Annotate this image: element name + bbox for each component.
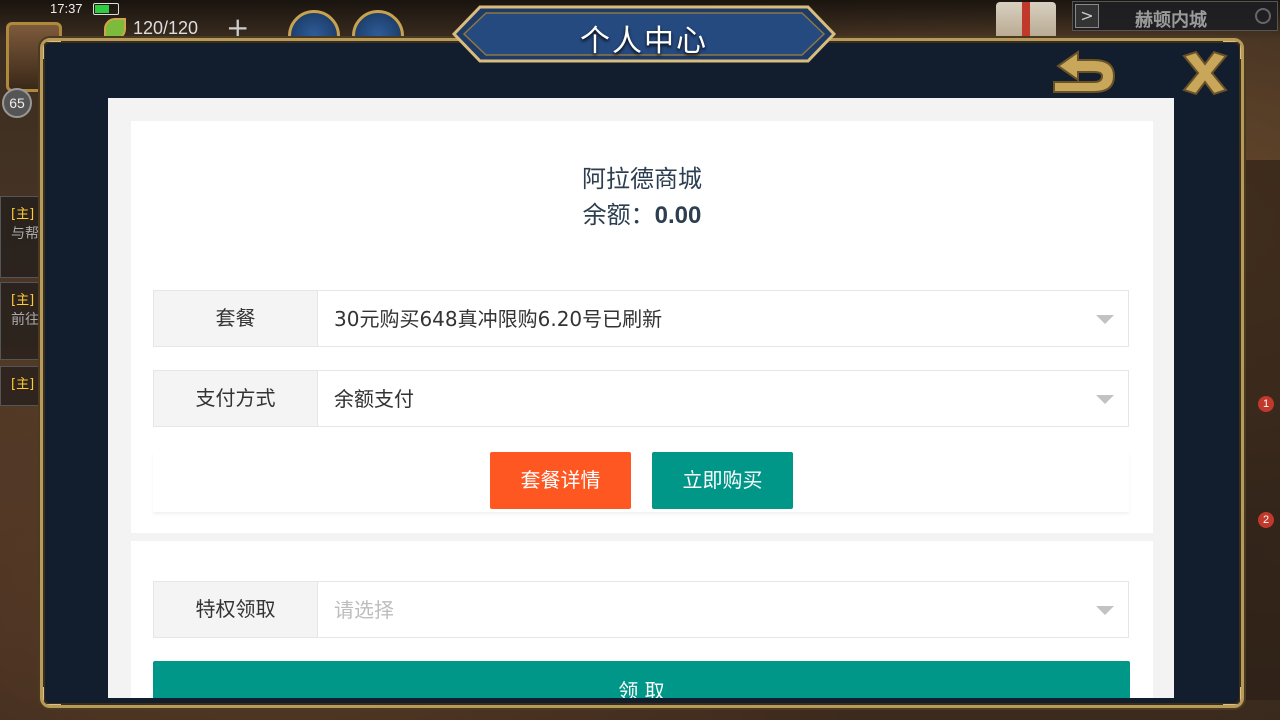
stamina-value: 120/120 [133, 18, 199, 38]
notification-badge: 2 [1258, 512, 1274, 528]
search-icon[interactable] [1255, 8, 1271, 24]
chevron-down-icon[interactable] [1096, 606, 1114, 615]
modal-title: 个人中心 [580, 24, 708, 59]
minimap-toggle-button[interactable]: > [1075, 4, 1099, 28]
balance-line: 余额：0.00 [131, 195, 1153, 230]
gift-icon[interactable] [996, 2, 1056, 42]
package-selected-value[interactable]: 30元购买648真冲限购6.20号已刷新 [334, 291, 662, 346]
minimap-header: > 赫顿内城 [1072, 1, 1278, 31]
quest-tag: [主] [11, 207, 35, 222]
chevron-down-icon[interactable] [1096, 315, 1114, 324]
balance-value: 0.00 [654, 202, 702, 229]
privilege-select[interactable]: 特权领取 请选择 [153, 581, 1129, 638]
quest-item[interactable]: [主] 前往 [0, 282, 42, 360]
close-icon [1182, 50, 1228, 96]
quest-text: 与帮 [11, 226, 39, 242]
buy-now-button[interactable]: 立即购买 [652, 452, 793, 509]
player-level-badge: 65 [2, 88, 32, 118]
map-name: 赫顿内城 [1135, 10, 1207, 31]
package-details-button[interactable]: 套餐详情 [490, 452, 631, 509]
purchase-card: 阿拉德商城 余额：0.00 套餐 30元购买648真冲限购6.20号已刷新 支付… [131, 121, 1153, 533]
payment-method-select[interactable]: 支付方式 余额支付 [153, 370, 1129, 427]
package-select[interactable]: 套餐 30元购买648真冲限购6.20号已刷新 [153, 290, 1129, 347]
status-clock: 17:37 [50, 1, 83, 16]
quest-item[interactable]: [主] [0, 366, 42, 406]
shop-title: 阿拉德商城 [582, 165, 702, 193]
quest-tag: [主] [11, 377, 35, 392]
payment-method-value[interactable]: 余额支付 [334, 371, 414, 426]
privilege-placeholder[interactable]: 请选择 [334, 582, 394, 637]
stamina-icon [104, 18, 126, 40]
balance-label: 余额： [582, 201, 655, 229]
package-label: 套餐 [154, 291, 318, 346]
notification-badge: 1 [1258, 396, 1274, 412]
quest-tag: [主] [11, 293, 35, 308]
return-arrow-icon [1053, 50, 1116, 93]
privilege-card: 特权领取 请选择 领 取 [131, 541, 1153, 698]
quest-text: 前往 [11, 312, 39, 328]
action-button-row: 套餐详情 立即购买 [153, 452, 1129, 512]
back-button[interactable] [1044, 50, 1120, 100]
frame-corner [1223, 687, 1241, 705]
close-button[interactable] [1176, 44, 1234, 102]
right-side-panel: 1 2 [1244, 160, 1280, 700]
frame-corner [43, 41, 61, 59]
payment-method-label: 支付方式 [154, 371, 318, 426]
chevron-down-icon[interactable] [1096, 395, 1114, 404]
claim-button[interactable]: 领 取 [153, 661, 1130, 698]
quest-item[interactable]: [主] 与帮 [0, 196, 42, 278]
privilege-label: 特权领取 [154, 582, 318, 637]
frame-corner [43, 687, 61, 705]
modal-title-plate: 个人中心 [450, 5, 838, 63]
battery-icon [93, 3, 119, 15]
webview-content: 阿拉德商城 余额：0.00 套餐 30元购买648真冲限购6.20号已刷新 支付… [108, 98, 1174, 698]
